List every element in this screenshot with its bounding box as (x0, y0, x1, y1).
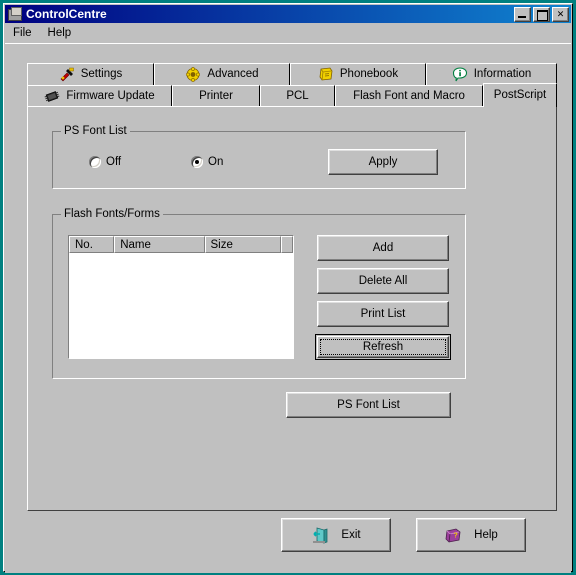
application-window: ControlCentre ✕ File Help Settings Advan… (0, 0, 576, 575)
column-header-name[interactable]: Name (114, 236, 205, 253)
close-icon: ✕ (556, 8, 565, 19)
radio-off-indicator (89, 156, 101, 168)
help-button[interactable]: ? Help (416, 518, 526, 552)
add-button-label: Add (372, 242, 394, 254)
ps-font-list-group-title: PS Font List (61, 125, 130, 137)
column-header-extra[interactable] (281, 236, 293, 253)
help-button-label: Help (474, 529, 498, 541)
tab-row-1: Settings Advanced Phonebook Information (27, 63, 557, 85)
ps-font-list-button[interactable]: PS Font List (286, 392, 451, 418)
tab-flash-font-and-macro[interactable]: Flash Font and Macro (335, 85, 483, 107)
radio-off-label: Off (106, 156, 122, 168)
flash-fonts-forms-group-title: Flash Fonts/Forms (61, 208, 163, 220)
window-title: ControlCentre (26, 7, 107, 21)
title-bar-buttons: ✕ (514, 6, 569, 22)
tab-advanced[interactable]: Advanced (154, 63, 290, 85)
exit-button-label: Exit (341, 529, 361, 541)
apply-button-label: Apply (368, 156, 398, 168)
address-book-icon (318, 67, 334, 82)
tab-advanced-label: Advanced (207, 68, 259, 80)
print-list-button-label: Print List (360, 308, 406, 320)
minimize-button[interactable] (514, 6, 531, 22)
chip-icon (44, 89, 60, 104)
svg-text:?: ? (454, 532, 458, 539)
delete-all-button-label: Delete All (358, 275, 408, 287)
flash-fonts-list[interactable]: No. Name Size (68, 235, 294, 359)
gear-icon (185, 66, 201, 82)
add-button[interactable]: Add (317, 235, 449, 261)
flash-fonts-list-header: No. Name Size (69, 236, 293, 253)
menu-help[interactable]: Help (46, 26, 80, 41)
tab-firmware-update-label: Firmware Update (66, 90, 155, 102)
exit-door-icon (311, 526, 329, 544)
tab-firmware-update[interactable]: Firmware Update (27, 85, 172, 107)
app-chip-icon (7, 7, 23, 21)
column-header-no[interactable]: No. (69, 236, 115, 253)
radio-ps-font-list-off[interactable]: Off (89, 156, 121, 168)
title-bar[interactable]: ControlCentre ✕ (5, 5, 571, 23)
tab-flash-font-and-macro-label: Flash Font and Macro (353, 90, 465, 102)
tab-printer[interactable]: Printer (172, 85, 260, 107)
tab-information[interactable]: Information (426, 63, 557, 85)
refresh-button[interactable]: Refresh (315, 334, 451, 360)
menu-file[interactable]: File (11, 26, 40, 41)
apply-button[interactable]: Apply (328, 149, 438, 175)
close-button[interactable]: ✕ (552, 6, 569, 22)
delete-all-button[interactable]: Delete All (317, 268, 449, 294)
tab-phonebook[interactable]: Phonebook (290, 63, 426, 85)
tab-pcl-label: PCL (286, 90, 309, 102)
tab-printer-label: Printer (199, 90, 233, 102)
tab-information-label: Information (473, 68, 532, 80)
ps-font-list-button-label: PS Font List (337, 399, 400, 411)
exit-button[interactable]: Exit (281, 518, 391, 552)
menu-bar: File Help (5, 24, 571, 43)
tab-settings-label: Settings (80, 68, 123, 80)
tab-pcl[interactable]: PCL (260, 85, 335, 107)
info-bubble-icon (452, 66, 468, 82)
radio-on-indicator (191, 156, 203, 168)
help-book-icon: ? (444, 527, 462, 544)
flash-fonts-list-body[interactable] (69, 253, 293, 358)
postscript-tab-panel: PS Font List Off On Apply Flash Fonts/Fo… (27, 106, 557, 511)
column-header-size[interactable]: Size (204, 236, 282, 253)
maximize-button[interactable] (533, 6, 550, 22)
flash-fonts-forms-group: Flash Fonts/Forms No. Name Size Add Dele… (52, 208, 466, 379)
tab-strip: Settings Advanced Phonebook Information … (27, 63, 557, 107)
radio-on-label: On (208, 156, 224, 168)
refresh-focus-rect (320, 339, 446, 355)
tab-phonebook-label: Phonebook (339, 68, 399, 80)
tab-settings[interactable]: Settings (27, 63, 154, 85)
print-list-button[interactable]: Print List (317, 301, 449, 327)
tab-postscript-label: PostScript (493, 89, 547, 101)
tools-icon (59, 67, 75, 82)
tab-postscript[interactable]: PostScript (483, 83, 557, 107)
tab-row-2: Firmware Update Printer PCL Flash Font a… (27, 83, 557, 107)
ps-font-list-group: PS Font List Off On Apply (52, 125, 466, 189)
radio-ps-font-list-on[interactable]: On (191, 156, 223, 168)
client-area: Settings Advanced Phonebook Information … (5, 46, 571, 573)
